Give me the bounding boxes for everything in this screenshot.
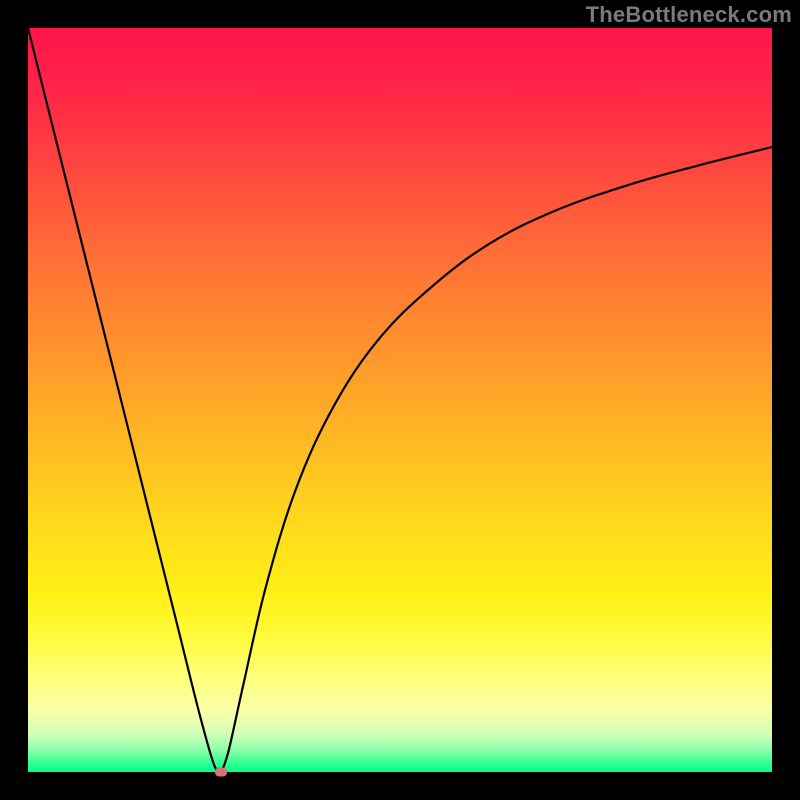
minimum-marker: [215, 768, 227, 777]
plot-area: [28, 28, 772, 772]
bottleneck-curve: [28, 28, 772, 772]
watermark-text: TheBottleneck.com: [586, 2, 792, 28]
chart-frame: TheBottleneck.com: [0, 0, 800, 800]
